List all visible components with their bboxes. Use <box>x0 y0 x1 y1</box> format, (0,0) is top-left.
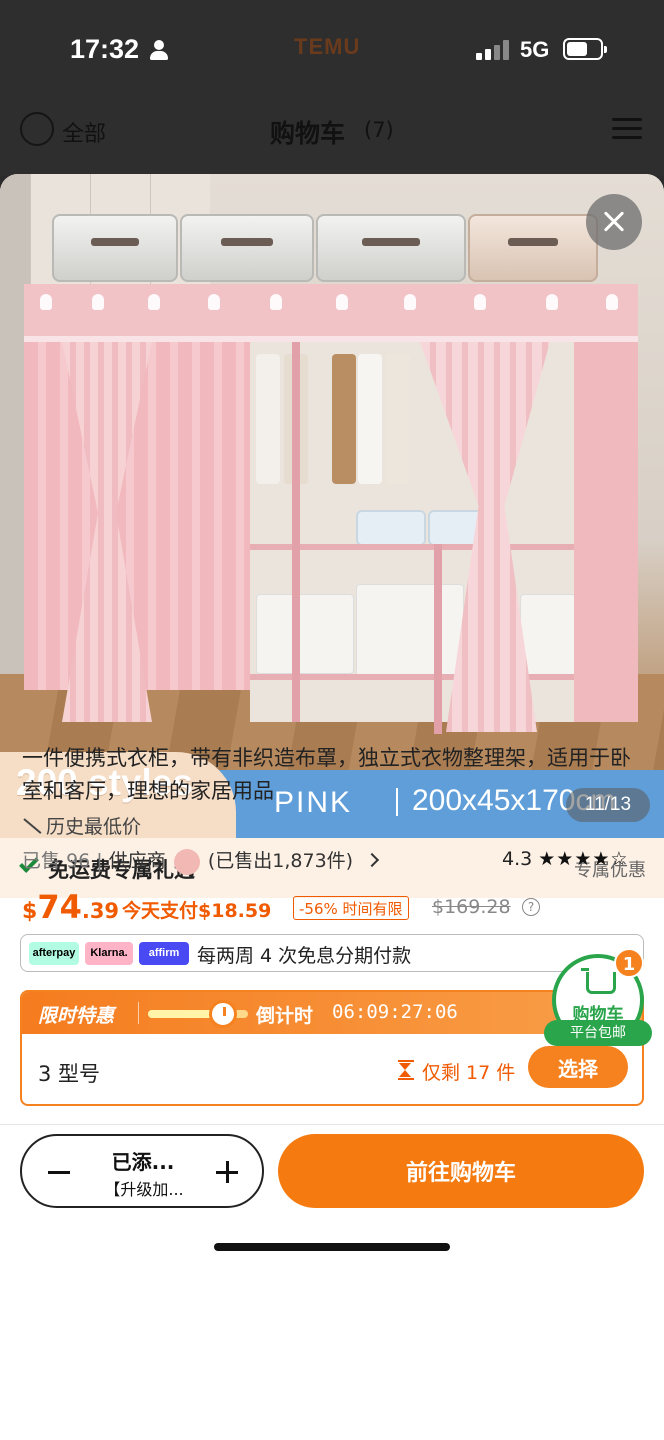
select-all-checkbox[interactable] <box>20 112 54 146</box>
row-divider: | <box>96 850 103 872</box>
timer-icon <box>209 1000 237 1028</box>
tulip-pattern <box>546 294 558 310</box>
tulip-pattern <box>148 294 160 310</box>
storage-box <box>256 594 354 674</box>
plus-icon[interactable] <box>216 1161 238 1183</box>
hourglass-icon <box>398 1060 414 1080</box>
stock-left: 仅剩 17 件 <box>422 1062 516 1084</box>
tulip-pattern <box>208 294 220 310</box>
original-price: $169.28 <box>432 896 511 918</box>
installment-banner[interactable]: afterpay Klarna. affirm 每两周 4 次免息分期付款 <box>20 934 644 972</box>
countdown-value: 06:09:27:06 <box>332 1001 458 1023</box>
star-rating-icon: ★★★★☆ <box>538 848 629 870</box>
storage-box <box>520 594 576 680</box>
afterpay-logo: afterpay <box>29 942 79 965</box>
sold-label: 已售 <box>22 850 61 872</box>
close-button[interactable] <box>586 194 642 250</box>
person-icon <box>150 40 168 60</box>
deal-divider <box>138 1002 139 1024</box>
storage-box <box>356 584 464 680</box>
menu-icon[interactable] <box>612 116 642 142</box>
price: $74.39 <box>22 888 119 926</box>
frame-pole <box>434 544 442 734</box>
countdown-label: 倒计时 <box>256 1005 314 1027</box>
wardrobe-side-right <box>574 342 638 722</box>
hanging-shirt <box>386 354 410 484</box>
installment-text: 每两周 4 次免息分期付款 <box>197 945 412 967</box>
klarna-logo: Klarna. <box>85 942 133 965</box>
deal-title: 限时特惠 <box>38 1005 115 1027</box>
upgrade-note: 【升级加... <box>104 1180 184 1199</box>
price-main: 74 <box>37 888 82 926</box>
sold-count: 96 <box>66 850 91 872</box>
rating[interactable]: 4.3 ★★★★☆ <box>502 848 628 870</box>
choose-button[interactable]: 选择 <box>528 1046 628 1088</box>
app-brand: TEMU <box>294 34 361 59</box>
price-currency: $ <box>22 899 38 924</box>
tulip-pattern <box>92 294 104 310</box>
cart-count: (7) <box>364 118 394 142</box>
added-status: 已添... <box>111 1150 175 1174</box>
minus-icon[interactable] <box>48 1171 70 1174</box>
signal-icon <box>476 40 510 60</box>
tulip-pattern <box>404 294 416 310</box>
tulip-pattern <box>606 294 618 310</box>
sales-row[interactable]: 已售 96 | 供应商 (已售出1,873件) <box>22 846 380 875</box>
wardrobe-top-cover <box>24 284 638 342</box>
affirm-logo: affirm <box>139 942 189 965</box>
today-pay: 今天支付$18.59 <box>122 900 272 922</box>
tulip-pattern <box>270 294 282 310</box>
tulip-pattern <box>40 294 52 310</box>
supplier-label: 供应商 <box>108 850 166 872</box>
home-indicator[interactable] <box>214 1243 450 1251</box>
free-shipping-ribbon: 平台包邮 <box>544 1020 652 1046</box>
suitcase <box>316 214 466 282</box>
suitcase <box>180 214 314 282</box>
variant-label: 3 型号 <box>38 1062 101 1086</box>
product-title: 一件便携式衣柜，带有非织造布罩，独立式衣物整理架，适用于卧室和客厅，理想的家居用… <box>22 746 631 803</box>
quantity-stepper: 已添... 【升级加... <box>20 1134 264 1208</box>
tulip-pattern <box>336 294 348 310</box>
price-cents: .39 <box>81 899 120 923</box>
supplier-sold: (已售出1,873件) <box>207 850 354 872</box>
limited-deal-box: 限时特惠 倒计时 06:09:27:06 3 型号 仅剩 17 件 选择 <box>20 990 644 1106</box>
select-all-label[interactable]: 全部 <box>62 116 106 148</box>
status-time: 17:32 <box>70 34 140 64</box>
cart-count-badge: 1 <box>614 948 644 978</box>
storage-bin <box>356 510 426 546</box>
product-image[interactable]: PINK 200x45x170cm 200 styles 11/13 <box>0 174 664 838</box>
hanging-shirt <box>358 354 382 484</box>
lowest-price-label: 历史最低价 <box>46 816 142 838</box>
hanging-shirt <box>332 354 356 484</box>
battery-icon <box>563 38 607 60</box>
go-to-cart-button[interactable]: 前往购物车 <box>278 1134 644 1208</box>
network-label: 5G <box>520 37 550 62</box>
cart-icon <box>581 968 616 994</box>
hanging-shirt <box>256 354 280 484</box>
discount-badge: -56% 时间有限 <box>293 896 409 920</box>
bottom-divider <box>0 1124 664 1125</box>
suitcase <box>468 214 598 282</box>
frame-pole <box>292 342 300 722</box>
chevron-right-icon <box>365 852 380 868</box>
rating-value: 4.3 <box>502 848 533 870</box>
supplier-logo <box>173 848 200 875</box>
info-icon[interactable]: ? <box>522 898 540 916</box>
status-bar: 17:32 TEMU 5G <box>0 0 664 100</box>
trend-down-icon <box>22 816 44 836</box>
tulip-pattern <box>474 294 486 310</box>
cart-title: 购物车 <box>270 119 346 148</box>
suitcase <box>52 214 178 282</box>
